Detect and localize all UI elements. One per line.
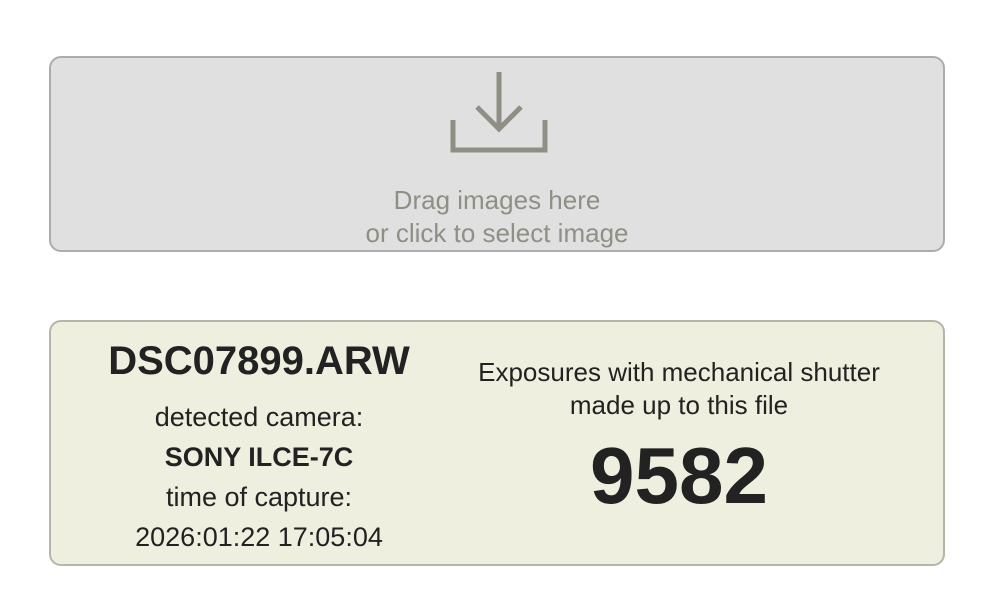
dropzone-line1: Drag images here <box>393 185 601 215</box>
result-panel: DSC07899.ARW detected camera: SONY ILCE-… <box>49 320 945 566</box>
camera-model: SONY ILCE-7C <box>164 442 354 472</box>
capture-time-label: time of capture: <box>165 482 353 512</box>
image-dropzone[interactable]: Drag images here or click to select imag… <box>49 56 945 252</box>
description-line2: made up to this file <box>569 390 789 420</box>
camera-label: detected camera: <box>154 402 364 432</box>
file-name: DSC07899.ARW <box>108 339 410 383</box>
download-icon <box>450 72 548 153</box>
dropzone-line2: or click to select image <box>365 218 629 248</box>
description-line1: Exposures with mechanical shutter <box>478 357 880 387</box>
capture-time: 2026:01:22 17:05:04 <box>135 522 383 552</box>
shutter-count: 9582 <box>590 431 768 520</box>
shutter-count-description: Exposures with mechanical shutter made u… <box>461 356 897 422</box>
dropzone-instructions: Drag images here or click to select imag… <box>51 184 943 250</box>
